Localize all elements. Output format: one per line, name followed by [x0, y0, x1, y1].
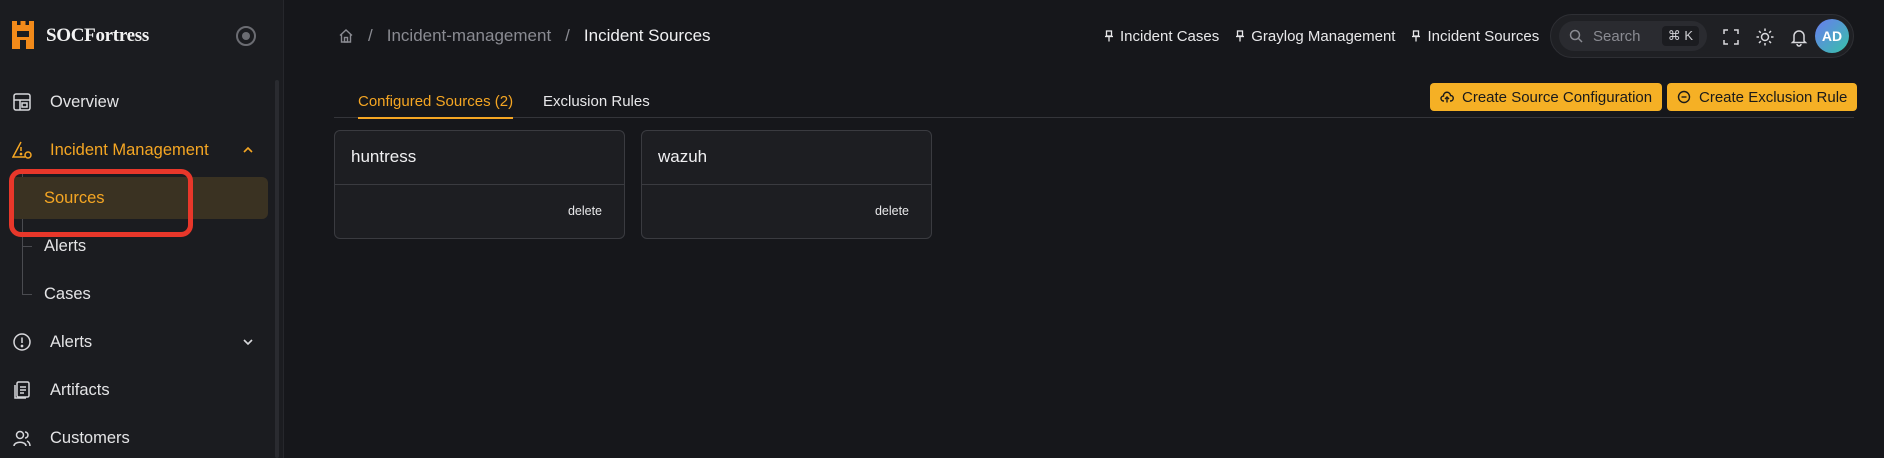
home-icon[interactable]	[338, 28, 354, 44]
minus-circle-icon	[1677, 90, 1691, 104]
pinned-links: Incident Cases Graylog Management Incide…	[1104, 24, 1555, 48]
bell-icon[interactable]	[1789, 27, 1809, 47]
sidebar-item-label: Incident Management	[50, 140, 209, 159]
brand[interactable]: SOCFortress	[10, 18, 149, 54]
sidebar-item-incident-management[interactable]: Incident Management	[0, 130, 270, 170]
pin-graylog-management[interactable]: Graylog Management	[1235, 28, 1395, 45]
sidebar-subitem-label: Cases	[44, 284, 91, 303]
card-divider	[335, 184, 624, 185]
pin-label: Incident Cases	[1120, 27, 1220, 45]
sidebar-item-artifacts[interactable]: Artifacts	[0, 370, 270, 410]
search-shortcut: ⌘ K	[1661, 26, 1699, 46]
sidebar-collapse-button[interactable]	[236, 26, 256, 46]
brand-name: SOCFortress	[46, 25, 149, 46]
search-input[interactable]: Search ⌘ K	[1559, 21, 1707, 51]
delete-source-button[interactable]: delete	[568, 204, 602, 218]
breadcrumb-incident-management[interactable]: Incident-management	[387, 26, 551, 46]
sidebar-subitem-alerts[interactable]: Alerts	[10, 225, 268, 267]
pin-label: Incident Sources	[1427, 27, 1540, 45]
theme-sun-icon[interactable]	[1755, 27, 1775, 47]
sidebar-item-label: Alerts	[50, 332, 93, 351]
pin-icon	[1412, 30, 1421, 42]
users-icon	[13, 430, 31, 447]
pin-incident-sources[interactable]: Incident Sources	[1411, 28, 1539, 45]
sidebar-subitem-cases[interactable]: Cases	[10, 273, 268, 315]
fullscreen-icon[interactable]	[1721, 27, 1741, 47]
source-card-title: wazuh	[658, 147, 708, 166]
pin-incident-cases[interactable]: Incident Cases	[1104, 28, 1219, 45]
create-source-configuration-button[interactable]: Create Source Configuration	[1430, 83, 1663, 111]
sidebar-item-customers[interactable]: Customers	[0, 418, 270, 458]
pin-label: Graylog Management	[1251, 27, 1396, 45]
tab-configured-sources[interactable]: Configured Sources (2)	[358, 84, 514, 119]
breadcrumb: / Incident-management / Incident Sources	[338, 24, 711, 48]
sidebar-item-label: Artifacts	[50, 380, 110, 399]
alert-circle-icon	[13, 333, 31, 351]
sidebar-subitem-label: Alerts	[44, 236, 87, 255]
cloud-upload-icon	[1440, 91, 1454, 103]
tab-exclusion-rules[interactable]: Exclusion Rules	[543, 84, 650, 118]
app-root: SOCFortress Overview Incident Management…	[0, 0, 1884, 458]
chevron-down-icon[interactable]	[242, 336, 254, 348]
source-card-wazuh: wazuh delete	[641, 130, 932, 239]
alert-settings-icon	[12, 141, 32, 159]
breadcrumb-separator: /	[565, 26, 570, 45]
header-toolbar: Search ⌘ K AD	[1550, 14, 1854, 58]
sidebar-subitem-label: Sources	[44, 188, 105, 207]
overview-icon	[13, 93, 31, 111]
sidebar-item-label: Customers	[50, 428, 130, 447]
sidebar-subitem-sources[interactable]: Sources	[10, 177, 268, 219]
source-card-title: huntress	[351, 147, 417, 166]
card-divider	[642, 184, 931, 185]
search-placeholder: Search	[1593, 27, 1641, 45]
source-card-huntress: huntress delete	[334, 130, 625, 239]
chevron-up-icon[interactable]	[242, 144, 254, 156]
sidebar-item-overview[interactable]: Overview	[0, 82, 270, 122]
create-exclusion-rule-label: Create Exclusion Rule	[1699, 88, 1848, 106]
sidebar: SOCFortress Overview Incident Management…	[0, 0, 284, 458]
create-exclusion-rule-button[interactable]: Create Exclusion Rule	[1667, 83, 1858, 111]
breadcrumb-current: Incident Sources	[583, 26, 711, 45]
delete-source-button[interactable]: delete	[875, 204, 909, 218]
sidebar-scrollbar[interactable]	[275, 80, 279, 458]
breadcrumb-separator: /	[368, 26, 373, 45]
pin-icon	[1105, 30, 1113, 42]
sidebar-item-alerts[interactable]: Alerts	[0, 322, 270, 362]
create-source-configuration-label: Create Source Configuration	[1462, 88, 1653, 106]
search-icon	[1569, 29, 1583, 43]
avatar[interactable]: AD	[1815, 19, 1849, 53]
pin-icon	[1236, 30, 1245, 42]
sidebar-item-label: Overview	[50, 92, 119, 111]
castle-logo-icon	[12, 21, 34, 49]
artifacts-icon	[14, 381, 30, 399]
